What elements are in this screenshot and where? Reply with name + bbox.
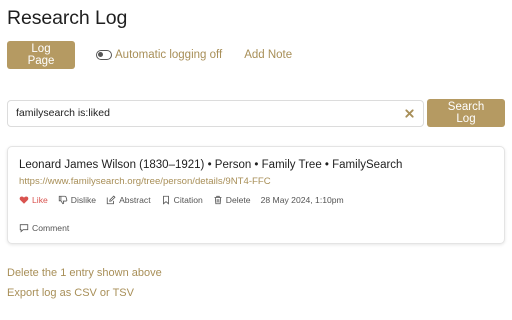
like-label: Like (32, 195, 48, 205)
automatic-logging-label: Automatic logging off (115, 49, 223, 61)
toggle-off-icon (96, 50, 112, 60)
comment-label: Comment (32, 223, 70, 233)
delete-label: Delete (225, 195, 251, 205)
like-button[interactable]: Like (19, 195, 48, 205)
comment-button[interactable]: Comment (19, 223, 69, 233)
search-input[interactable] (8, 100, 388, 126)
top-toolbar: Log Page Automatic logging off Add Note (7, 41, 292, 69)
heart-icon (19, 196, 29, 204)
dislike-label: Dislike (70, 195, 97, 205)
dislike-button[interactable]: Dislike (58, 195, 96, 205)
bookmark-icon (162, 195, 169, 205)
abstract-button[interactable]: Abstract (106, 195, 151, 205)
entry-title: Leonard James Wilson (1830–1921) • Perso… (19, 159, 403, 171)
entry-timestamp: 28 May 2024, 1:10pm (260, 195, 344, 205)
log-entry-card: Leonard James Wilson (1830–1921) • Perso… (7, 146, 505, 244)
citation-label: Citation (173, 195, 203, 205)
search-row: Search Log (7, 99, 505, 127)
delete-entries-link[interactable]: Delete the 1 entry shown above (7, 267, 162, 279)
trash-icon (214, 195, 222, 205)
abstract-label: Abstract (119, 195, 151, 205)
page-title: Research Log (7, 7, 128, 29)
search-log-button[interactable]: Search Log (427, 99, 505, 127)
delete-button[interactable]: Delete (213, 195, 251, 205)
thumbs-down-icon (58, 195, 68, 205)
citation-button[interactable]: Citation (161, 195, 203, 205)
comment-icon (19, 224, 29, 233)
entry-actions: Like Dislike Abstract Citation Delete 28… (19, 195, 344, 205)
automatic-logging-toggle[interactable]: Automatic logging off (96, 49, 222, 61)
edit-icon (106, 195, 116, 205)
add-note-link[interactable]: Add Note (244, 49, 292, 61)
clear-icon[interactable] (404, 108, 415, 119)
search-box (7, 99, 424, 127)
log-page-button[interactable]: Log Page (7, 41, 75, 69)
entry-url-link[interactable]: https://www.familysearch.org/tree/person… (19, 176, 271, 187)
export-log-link[interactable]: Export log as CSV or TSV (7, 287, 134, 299)
